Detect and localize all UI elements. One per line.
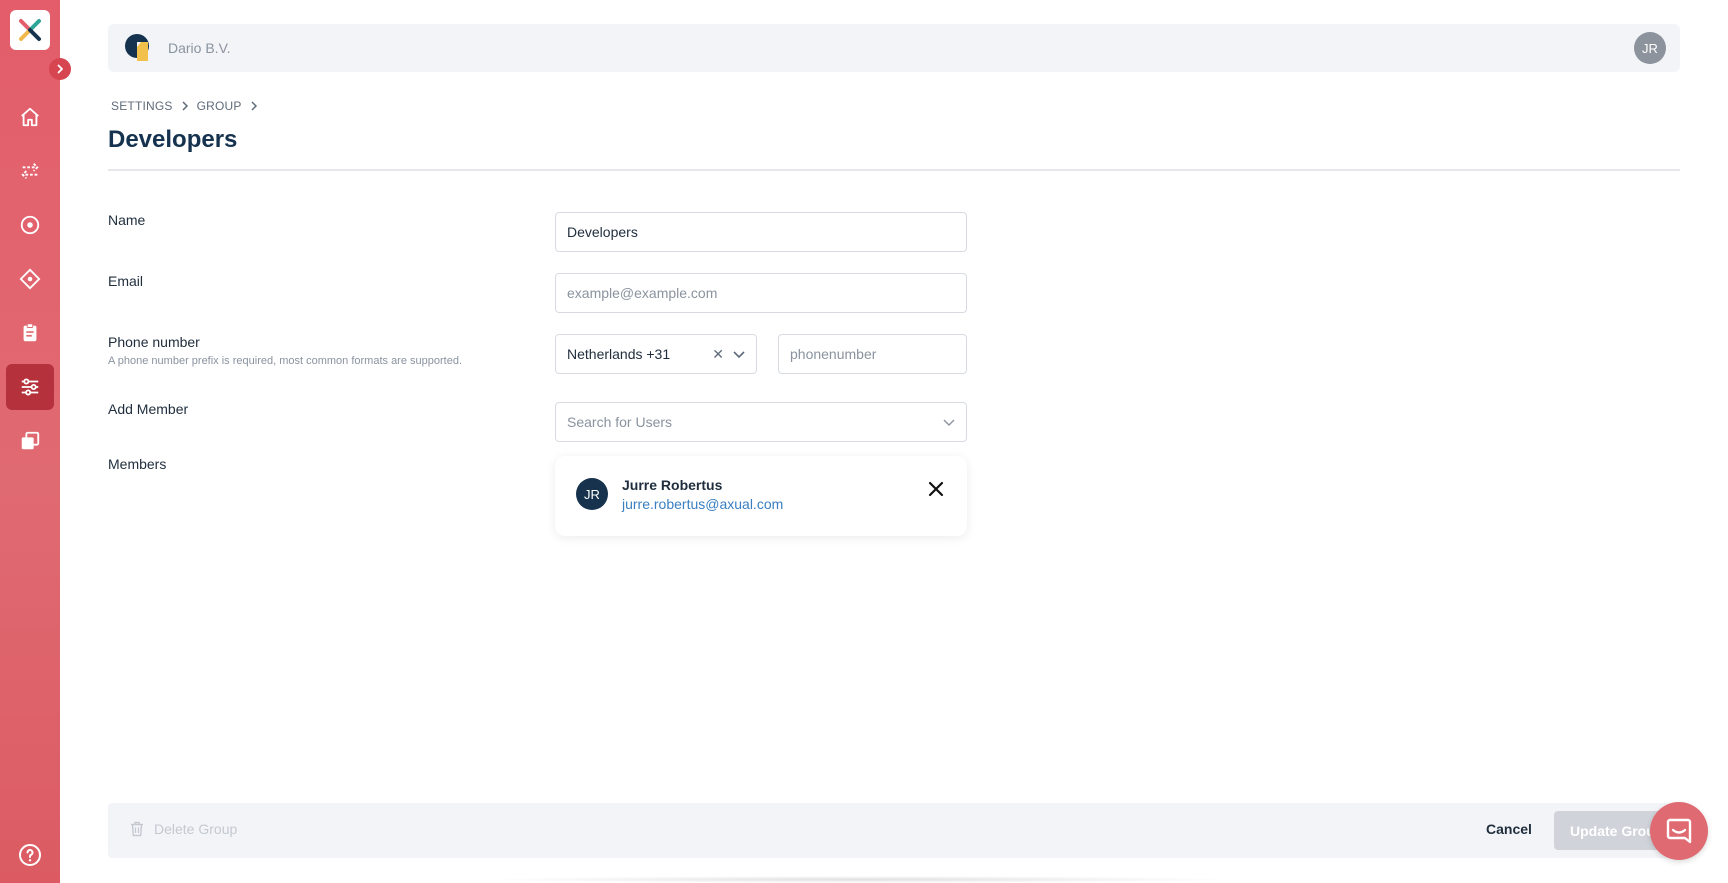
page-title: Developers: [108, 126, 238, 153]
chevron-right-icon: [251, 101, 257, 111]
sidebar-item-environments[interactable]: [6, 418, 54, 464]
delete-group-label: Delete Group: [154, 821, 238, 837]
home-icon: [21, 107, 39, 127]
bottom-shadow: [480, 876, 1240, 883]
clipboard-icon: [23, 323, 37, 342]
email-label: Email: [108, 273, 144, 289]
name-label: Name: [108, 212, 146, 228]
help-chat-button[interactable]: [1650, 802, 1708, 860]
sidebar-item-home[interactable]: [6, 94, 54, 140]
sidebar-item-applications[interactable]: [6, 202, 54, 248]
help-circle-icon[interactable]: [18, 843, 42, 867]
phone-number-input[interactable]: [778, 334, 967, 374]
form-footer: Delete Group Cancel Update Group: [108, 803, 1680, 858]
delete-group-button[interactable]: Delete Group: [130, 821, 237, 837]
sidebar: [0, 0, 60, 883]
divider: [108, 169, 1680, 171]
sidebar-expand-button[interactable]: [49, 58, 71, 80]
target-icon: [20, 215, 40, 235]
member-card: JR Jurre Robertus jurre.robertus@axual.c…: [555, 456, 967, 536]
sidebar-item-streams[interactable]: [6, 148, 54, 194]
email-input[interactable]: [555, 273, 967, 313]
trash-icon: [131, 821, 143, 837]
chevron-down-icon[interactable]: [942, 415, 956, 429]
user-search-placeholder: Search for Users: [567, 414, 673, 430]
clear-icon[interactable]: ✕: [712, 346, 724, 363]
org-name[interactable]: Dario B.V.: [168, 40, 231, 56]
org-logo-icon[interactable]: [124, 33, 154, 63]
top-bar: Dario B.V. JR: [108, 24, 1680, 72]
settings-sliders-icon: [21, 378, 39, 396]
phone-country-select[interactable]: Netherlands +31 ✕: [555, 334, 757, 374]
copy-icon: [21, 431, 40, 450]
remove-member-close-icon[interactable]: [927, 480, 945, 498]
chevron-right-icon: [182, 101, 188, 111]
app-logo[interactable]: [10, 10, 50, 50]
phone-label: Phone number: [108, 334, 200, 350]
breadcrumb: SETTINGS GROUP: [111, 99, 258, 113]
name-input[interactable]: [555, 212, 967, 252]
phone-hint: A phone number prefix is required, most …: [108, 355, 463, 367]
breadcrumb-settings[interactable]: SETTINGS: [111, 99, 173, 113]
sidebar-item-schemas[interactable]: [6, 256, 54, 302]
member-avatar: JR: [576, 478, 608, 510]
member-name: Jurre Robertus: [622, 477, 723, 493]
diamond-icon: [19, 268, 41, 290]
member-email-link[interactable]: jurre.robertus@axual.com: [622, 496, 783, 512]
chevron-down-icon[interactable]: [732, 347, 746, 361]
chat-support-icon: [1666, 818, 1692, 844]
cancel-button[interactable]: Cancel: [1486, 821, 1532, 837]
axual-logo-icon: [19, 19, 41, 41]
chevron-right-icon: [57, 64, 63, 74]
breadcrumb-group[interactable]: GROUP: [197, 99, 242, 113]
phone-country-value: Netherlands +31: [567, 346, 671, 362]
sidebar-item-settings[interactable]: [6, 364, 54, 410]
transfer-icon: [21, 163, 39, 179]
sidebar-item-tasks[interactable]: [6, 310, 54, 356]
user-search-select[interactable]: Search for Users: [555, 402, 967, 442]
add-member-label: Add Member: [108, 401, 189, 417]
user-avatar[interactable]: JR: [1634, 32, 1666, 64]
members-label: Members: [108, 456, 167, 472]
